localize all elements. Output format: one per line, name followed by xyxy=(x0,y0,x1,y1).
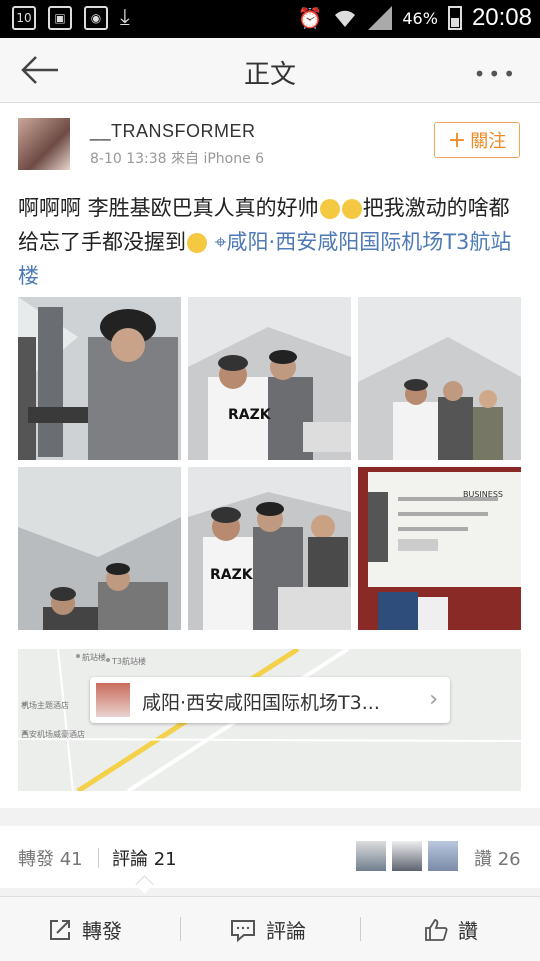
battery-percent: 46% xyxy=(402,8,438,28)
location-thumbnail xyxy=(96,683,130,717)
comment-button[interactable]: 評論 xyxy=(230,915,306,944)
divider xyxy=(360,917,361,941)
like-label: 讚 xyxy=(458,919,478,943)
svg-text:RAZK: RAZK xyxy=(210,567,254,583)
stats-bar: 轉發 41 評論 21 讚 26 xyxy=(0,826,540,894)
divider xyxy=(98,848,99,868)
repost-icon xyxy=(50,919,70,940)
liker-avatar[interactable] xyxy=(428,841,458,871)
repost-count-tab[interactable]: 轉發 41 xyxy=(18,845,83,871)
map-poi-1: 航站楼 xyxy=(82,653,106,662)
like-count-tab[interactable]: 讚 26 xyxy=(474,845,521,871)
photo-3[interactable] xyxy=(358,297,521,460)
location-card[interactable]: 咸阳·西安咸阳国际机场T3... › xyxy=(90,677,450,723)
location-map[interactable]: 航站楼 T3航站楼 机场主题酒店 西安机场威豪酒店 咸阳·西安咸阳国际机场T3.… xyxy=(18,649,521,791)
calendar-icon: 10 xyxy=(12,6,36,30)
post-text: 啊啊啊 李胜基欧巴真人真的好帅 把我激动的啥都给忘了手都没握到 ⌖咸阳·西安咸阳国… xyxy=(18,191,520,293)
repost-label: 轉發 xyxy=(82,919,122,943)
crying-emoji-icon xyxy=(187,233,207,253)
photo-1[interactable] xyxy=(18,297,181,460)
status-bar: 10 ▣ ◉ ⤓ ⏰ 46% 20:08 xyxy=(0,0,540,38)
instagram-icon: ◉ xyxy=(84,6,108,30)
gallery-icon: ▣ xyxy=(48,6,72,30)
repost-button[interactable]: 轉發 xyxy=(48,915,122,944)
follow-button[interactable]: + 關注 xyxy=(434,122,520,158)
avatar[interactable] xyxy=(18,118,70,170)
liker-avatar[interactable] xyxy=(356,841,386,871)
crying-emoji-icon xyxy=(341,199,362,219)
bottom-action-bar: 轉發 評論 讚 xyxy=(0,896,540,961)
svg-text:BUSINESS: BUSINESS xyxy=(463,490,503,499)
map-poi-2: T3航站楼 xyxy=(112,657,146,666)
divider xyxy=(180,917,181,941)
comment-icon xyxy=(231,919,255,942)
wifi-icon xyxy=(335,10,356,27)
map-poi-4: 西安机场威豪酒店 xyxy=(21,730,85,739)
comment-count-tab[interactable]: 評論 21 xyxy=(112,845,177,871)
battery-icon xyxy=(447,6,462,30)
more-options-icon[interactable]: ••• xyxy=(474,62,518,86)
post-card: __TRANSFORMER 8-10 13:38 來自 iPhone 6 + 關… xyxy=(0,103,540,808)
clock: 20:08 xyxy=(471,4,532,31)
like-button[interactable]: 讚 xyxy=(424,915,478,944)
thumbs-up-icon xyxy=(425,918,448,941)
page-title: 正文 xyxy=(243,60,296,90)
post-meta: 8-10 13:38 來自 iPhone 6 xyxy=(90,151,265,167)
username[interactable]: __TRANSFORMER xyxy=(90,121,256,142)
location-pin-icon: ⌖ xyxy=(214,230,227,254)
notification-count: 10 xyxy=(16,11,32,25)
plus-icon: + xyxy=(447,127,467,153)
download-icon: ⤓ xyxy=(120,5,130,30)
photo-4[interactable] xyxy=(18,467,181,630)
chevron-right-icon: › xyxy=(429,687,438,712)
photo-2[interactable]: RAZK xyxy=(188,297,351,460)
photo-6[interactable]: BUSINESS xyxy=(358,467,521,630)
photo-5[interactable]: RAZK xyxy=(188,467,351,630)
nav-bar: 正文 ••• xyxy=(0,38,540,103)
location-card-label: 咸阳·西安咸阳国际机场T3... xyxy=(142,692,380,714)
liker-avatar[interactable] xyxy=(392,841,422,871)
post-text-part1: 啊啊啊 李胜基欧巴真人真的好帅 xyxy=(18,196,319,220)
follow-label: 關注 xyxy=(470,131,507,152)
signal-icon xyxy=(368,6,393,30)
svg-text:RAZK: RAZK xyxy=(228,407,272,423)
map-poi-3: 机场主题酒店 xyxy=(21,701,69,710)
alarm-icon: ⏰ xyxy=(297,6,323,30)
active-tab-indicator xyxy=(135,875,154,894)
crying-emoji-icon xyxy=(319,199,340,219)
comment-label: 評論 xyxy=(266,919,306,943)
